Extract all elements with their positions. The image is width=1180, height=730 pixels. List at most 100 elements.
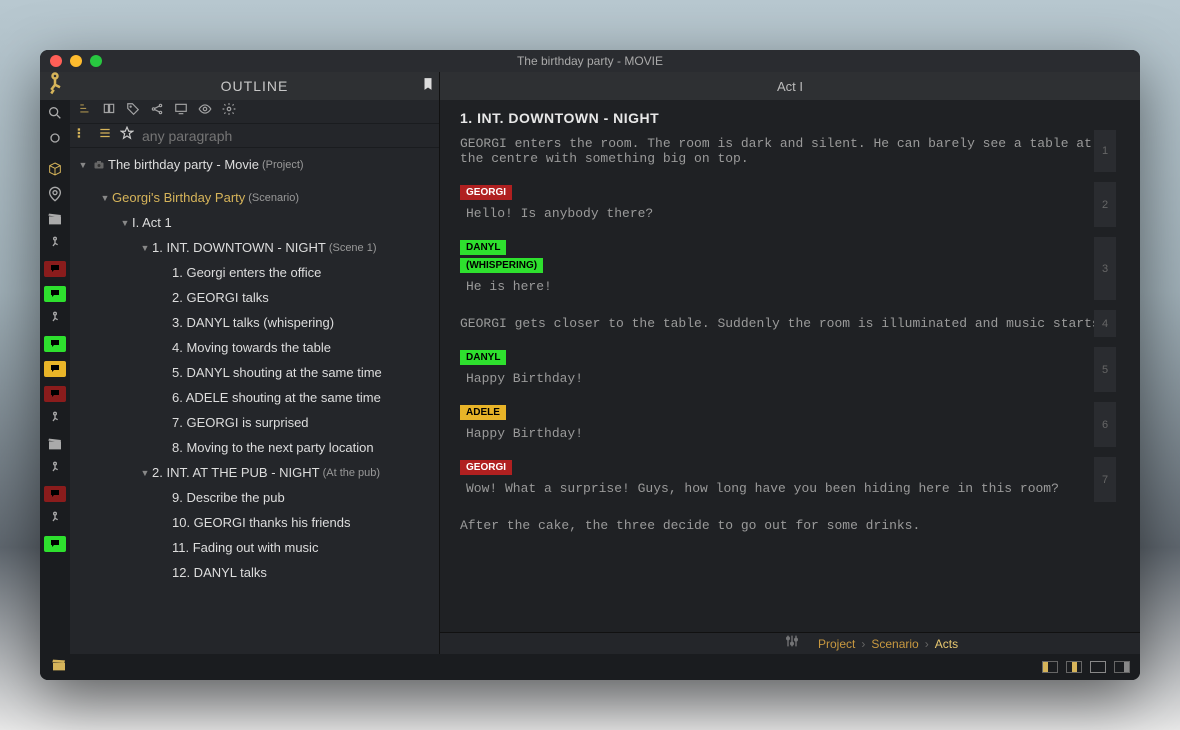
tree-beat[interactable]: 5. DANYL shouting at the same time (70, 360, 439, 385)
script-block[interactable]: After the cake, the three decide to go o… (460, 512, 1120, 539)
tree-scenario[interactable]: ▼ Georgi's Birthday Party (Scenario) (70, 185, 439, 210)
monitor-icon[interactable] (174, 102, 188, 121)
script-block[interactable]: 3 DANYL (WHISPERING)He is here! (460, 237, 1120, 300)
character-tag: DANYL (460, 240, 506, 255)
tree-beat[interactable]: 4. Moving towards the table (70, 335, 439, 360)
line-number: 3 (1094, 237, 1116, 300)
dialogue-text: Hello! Is anybody there? (466, 200, 1120, 227)
gear-icon[interactable] (222, 102, 236, 121)
tree-beat[interactable]: 7. GEORGI is surprised (70, 410, 439, 435)
cube-icon[interactable] (40, 156, 70, 181)
lines-icon[interactable] (98, 126, 112, 145)
tree-scene1[interactable]: ▼ 1. INT. DOWNTOWN - NIGHT (Scene 1) (70, 235, 439, 260)
running5-icon[interactable] (40, 456, 70, 481)
app-window: The birthday party - MOVIE (40, 50, 1140, 680)
act-header: Act I (440, 72, 1140, 100)
tree-beat[interactable]: 12. DANYL talks (70, 560, 439, 585)
star-icon[interactable] (120, 126, 134, 145)
script-block[interactable]: 5 DANYLHappy Birthday! (460, 347, 1120, 392)
tree-beat[interactable]: 6. ADELE shouting at the same time (70, 385, 439, 410)
clapper2-icon[interactable] (40, 431, 70, 456)
action-text: After the cake, the three decide to go o… (460, 512, 1120, 539)
dialogue-text: Wow! What a surprise! Guys, how long hav… (466, 475, 1120, 502)
tree-project[interactable]: ▼ The birthday party - Movie (Project) (70, 152, 439, 177)
tag-icon[interactable] (126, 102, 140, 121)
line-number: 7 (1094, 457, 1116, 502)
tree-scene2[interactable]: ▼ 2. INT. AT THE PUB - NIGHT (At the pub… (70, 460, 439, 485)
running3-icon[interactable] (40, 306, 70, 331)
scene-heading: 1. INT. DOWNTOWN - NIGHT (440, 100, 1140, 130)
script-body[interactable]: 1GEORGI enters the room. The room is dar… (440, 130, 1140, 632)
line-number: 4 (1094, 310, 1116, 337)
chat-red-icon[interactable] (40, 256, 70, 281)
layout-center-button[interactable] (1066, 661, 1082, 673)
chat-green-icon[interactable] (40, 281, 70, 306)
tree-beat[interactable]: 2. GEORGI talks (70, 285, 439, 310)
bc-project[interactable]: Project (818, 637, 855, 651)
layout-full-button[interactable] (1090, 661, 1106, 673)
circle-icon[interactable] (40, 125, 70, 150)
tree-beat[interactable]: 11. Fading out with music (70, 535, 439, 560)
tree-beat[interactable]: 8. Moving to the next party location (70, 435, 439, 460)
sliders-icon[interactable] (784, 633, 800, 654)
breadcrumb: Project › Scenario › Acts (810, 633, 1140, 654)
chat-red2-icon[interactable] (40, 381, 70, 406)
book-icon[interactable] (102, 102, 116, 121)
dialogue-text: Happy Birthday! (466, 365, 1120, 392)
line-number: 6 (1094, 402, 1116, 447)
bookmark-icon[interactable] (421, 74, 435, 99)
left-rail (40, 72, 70, 654)
outline-panel: OUTLINE ▼ (70, 72, 440, 654)
minimize-icon[interactable] (70, 55, 82, 67)
close-icon[interactable] (50, 55, 62, 67)
script-block[interactable]: 6 ADELEHappy Birthday! (460, 402, 1120, 447)
character-tag: GEORGI (460, 185, 512, 200)
script-block[interactable]: 2 GEORGIHello! Is anybody there? (460, 182, 1120, 227)
pin-icon[interactable] (40, 181, 70, 206)
tree-beat[interactable]: 3. DANYL talks (whispering) (70, 310, 439, 335)
dialogue-text: Happy Birthday! (466, 420, 1120, 447)
layout-right-button[interactable] (1114, 661, 1130, 673)
search-input[interactable] (142, 128, 433, 144)
clapper-footer-icon[interactable] (50, 657, 68, 678)
character-tag: DANYL (460, 350, 506, 365)
tree-expand-icon[interactable] (78, 102, 92, 121)
camera-icon (90, 159, 108, 171)
script-block[interactable]: 1GEORGI enters the room. The room is dar… (460, 130, 1120, 172)
dialogue-text: He is here! (466, 273, 1120, 300)
layout-left-button[interactable] (1042, 661, 1058, 673)
running6-icon[interactable] (40, 506, 70, 531)
bc-acts[interactable]: Acts (935, 637, 958, 651)
search-icon[interactable] (40, 100, 70, 125)
chat-green2-icon[interactable] (40, 331, 70, 356)
line-number: 1 (1094, 130, 1116, 172)
tree-beat[interactable]: 9. Describe the pub (70, 485, 439, 510)
clapper-icon[interactable] (40, 206, 70, 231)
running4-icon[interactable] (40, 406, 70, 431)
running2-icon[interactable] (40, 231, 70, 256)
character-paren: (WHISPERING) (460, 258, 543, 273)
share-icon[interactable] (150, 102, 164, 121)
chat-red3-icon[interactable] (40, 481, 70, 506)
chat-green3-icon[interactable] (40, 531, 70, 556)
line-number: 5 (1094, 347, 1116, 392)
outline-title: OUTLINE (221, 78, 289, 94)
tree-beat[interactable]: 1. Georgi enters the office (70, 260, 439, 285)
chat-yellow-icon[interactable] (40, 356, 70, 381)
action-text: GEORGI gets closer to the table. Suddenl… (460, 310, 1120, 337)
character-tag: ADELE (460, 405, 506, 420)
maximize-icon[interactable] (90, 55, 102, 67)
tree-beat[interactable]: 10. GEORGI thanks his friends (70, 510, 439, 535)
list-icon[interactable] (76, 126, 90, 145)
script-block[interactable]: 4GEORGI gets closer to the table. Sudden… (460, 310, 1120, 337)
rail-running-icon[interactable] (40, 72, 70, 100)
script-block[interactable]: 7GEORGIWow! What a surprise! Guys, how l… (460, 457, 1120, 502)
tree-act1[interactable]: ▼ I. Act 1 (70, 210, 439, 235)
eye-icon[interactable] (198, 102, 212, 121)
script-panel: Act I 1. INT. DOWNTOWN - NIGHT 1GEORGI e… (440, 72, 1140, 654)
outline-tree: ▼ The birthday party - Movie (Project) ▼… (70, 148, 439, 654)
action-text: GEORGI enters the room. The room is dark… (460, 130, 1120, 172)
line-number: 2 (1094, 182, 1116, 227)
bc-scenario[interactable]: Scenario (871, 637, 918, 651)
outline-toolbar (70, 100, 439, 124)
